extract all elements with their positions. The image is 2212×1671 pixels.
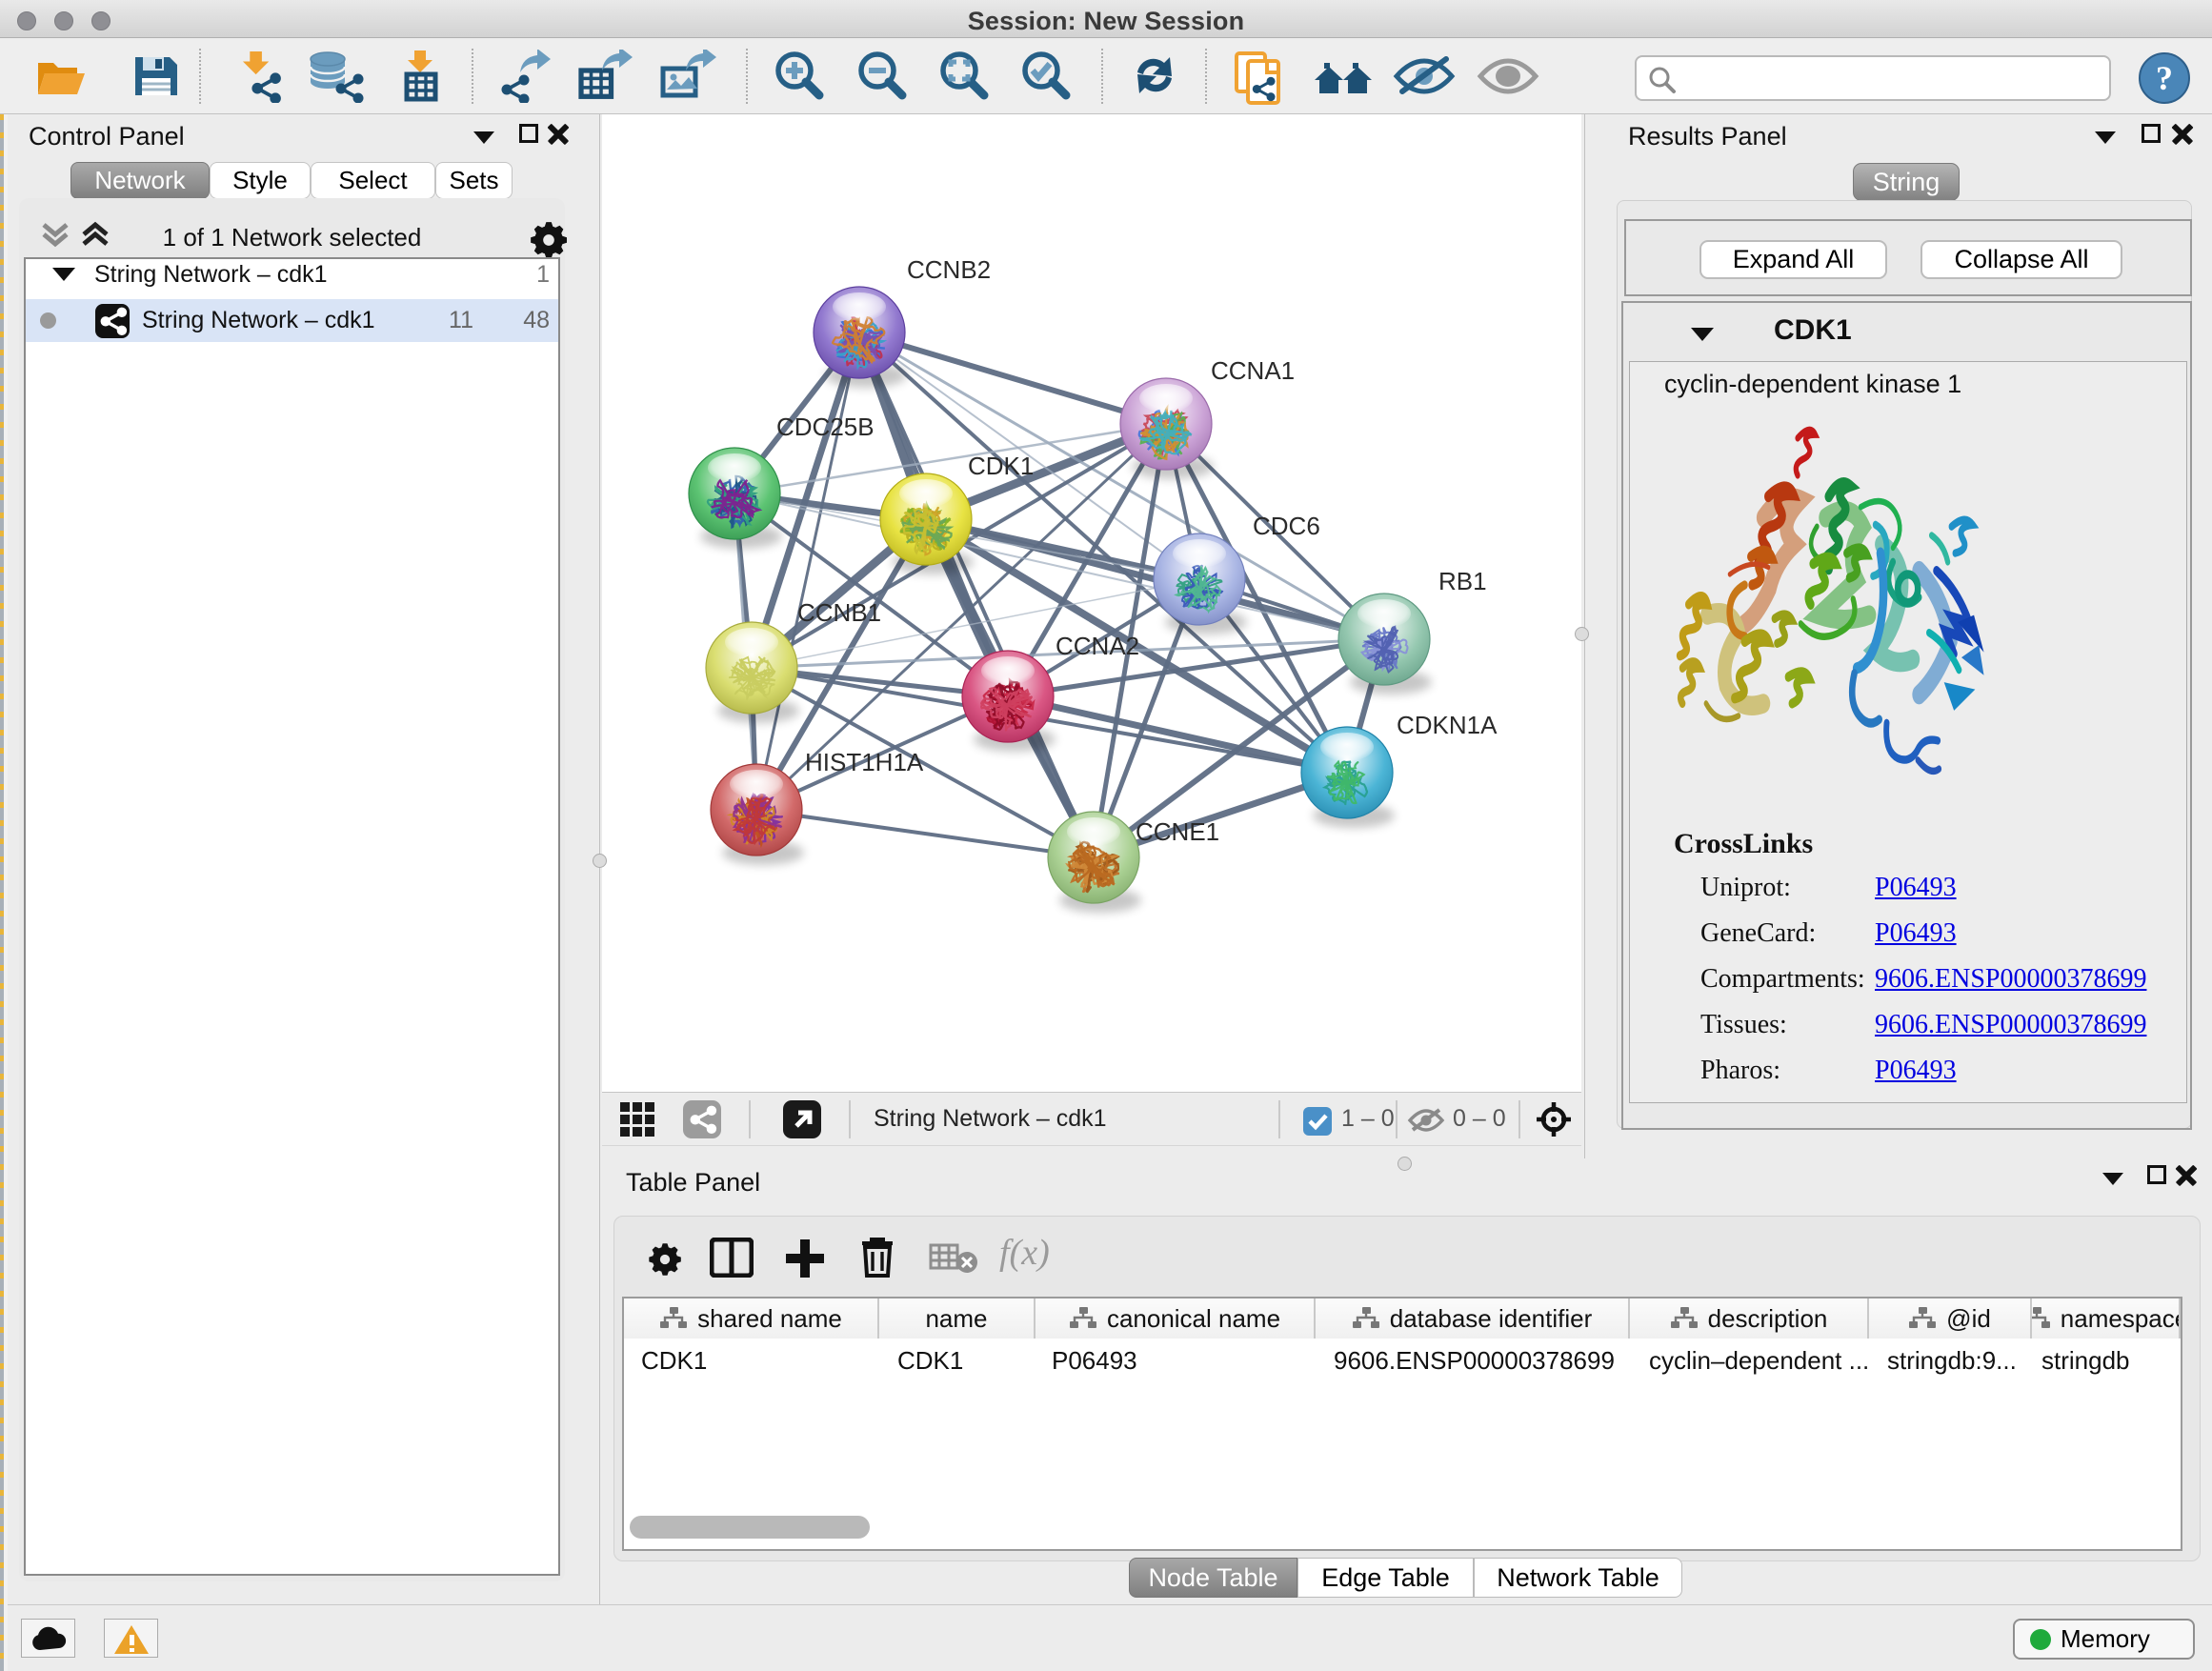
- svg-text:HIST1H1A: HIST1H1A: [805, 748, 924, 776]
- svg-text:CCNB2: CCNB2: [907, 255, 991, 284]
- svg-text:CDC25B: CDC25B: [776, 413, 875, 441]
- svg-text:CCNB1: CCNB1: [797, 598, 881, 627]
- svg-text:CCNA1: CCNA1: [1211, 356, 1295, 385]
- svg-text:CDC6: CDC6: [1253, 512, 1320, 540]
- svg-text:CCNA2: CCNA2: [1056, 632, 1139, 660]
- svg-text:RB1: RB1: [1438, 567, 1487, 595]
- svg-text:CCNE1: CCNE1: [1136, 817, 1219, 846]
- svg-text:?: ?: [2156, 59, 2173, 97]
- svg-text:CDK1: CDK1: [968, 452, 1034, 480]
- svg-text:CDKN1A: CDKN1A: [1397, 711, 1498, 739]
